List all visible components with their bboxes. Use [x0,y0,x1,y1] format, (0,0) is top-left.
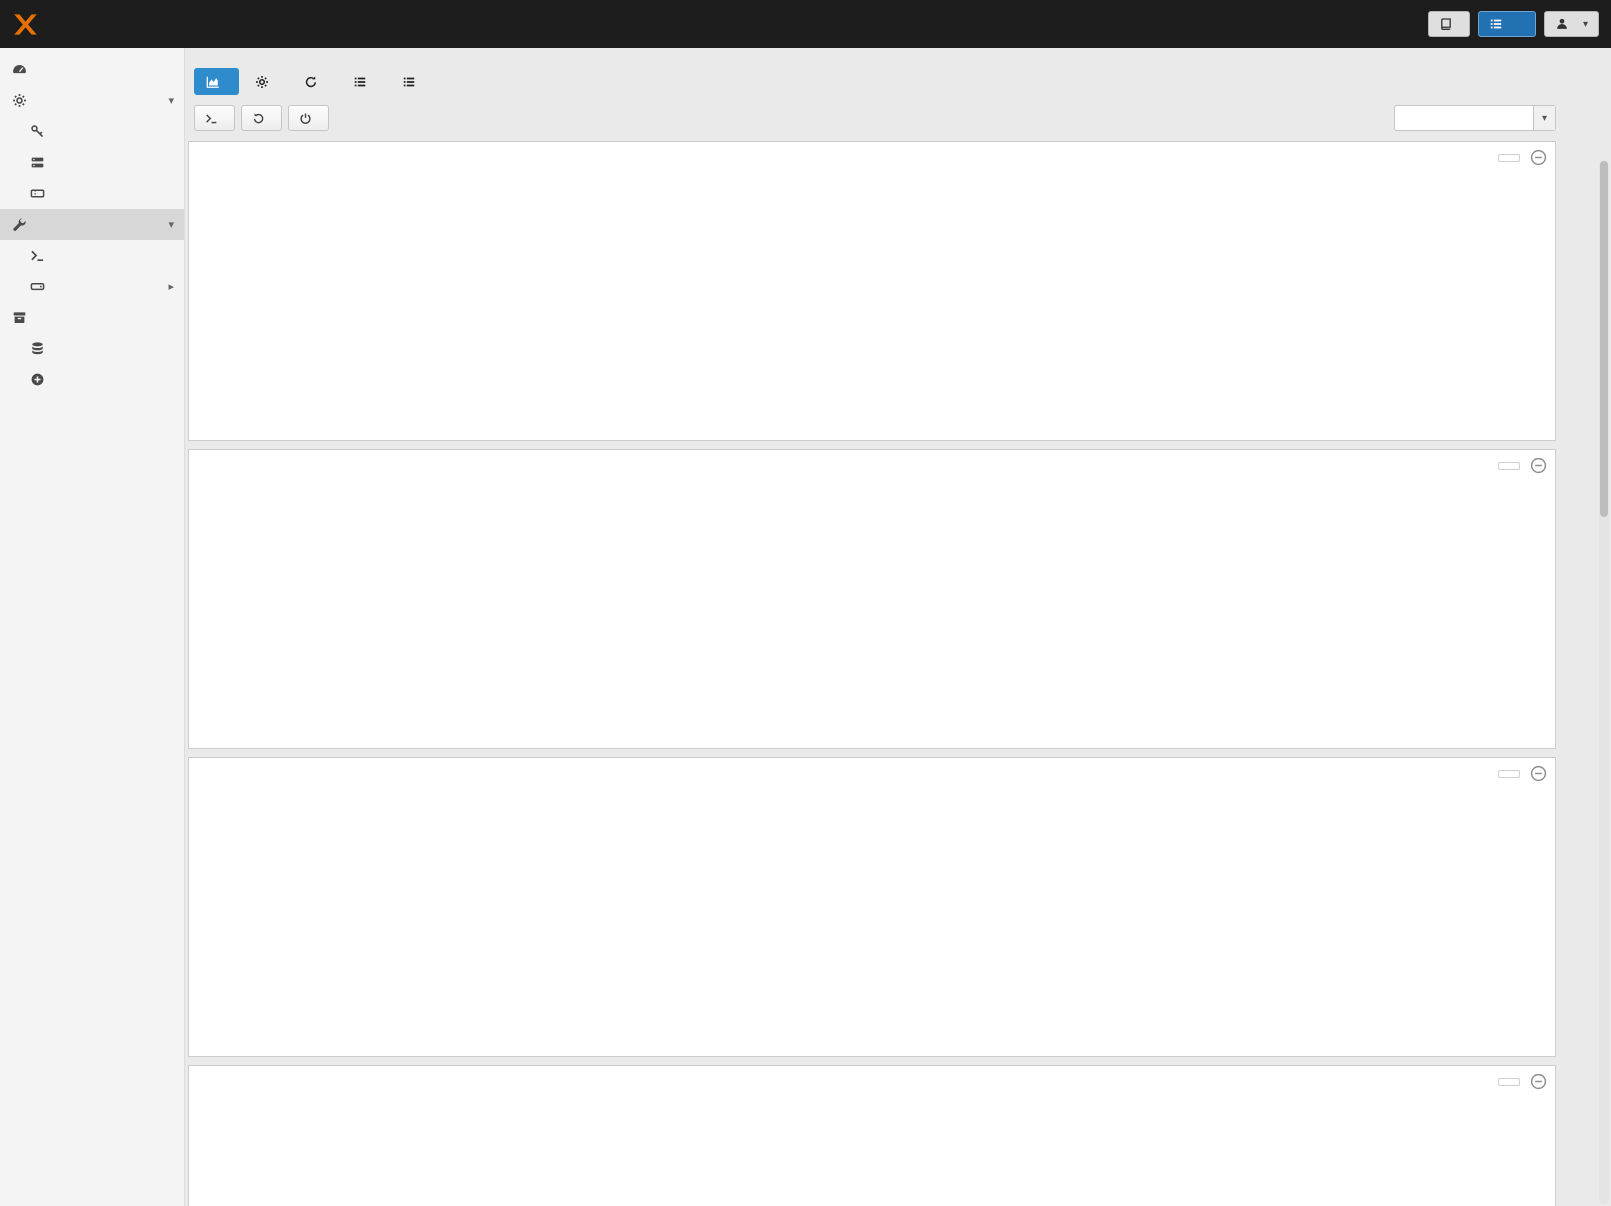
server-load-chart [189,481,1555,744]
chart-area-icon [206,75,220,89]
sidebar: ▾ ▾ ▸ [0,48,185,1206]
main-area: ▾ [185,48,1611,1206]
caret-down-icon[interactable]: ▾ [1533,106,1555,130]
caret-down-icon: ▾ [168,218,174,231]
sidebar-item-remotes[interactable] [0,147,184,178]
console-button[interactable] [194,105,235,131]
circle-minus-icon[interactable] [1530,1073,1547,1090]
sidebar-item-dashboard[interactable] [0,54,184,85]
sidebar-item-disks[interactable]: ▸ [0,271,184,302]
tab-services[interactable] [243,68,288,95]
timeframe-value [1395,106,1533,130]
terminal-icon [30,248,45,263]
reboot-button[interactable] [241,105,282,131]
user-icon [1555,17,1569,31]
chart-legend [1498,154,1520,162]
scrollbar-thumb[interactable] [1600,161,1608,517]
chart-legend [1498,770,1520,778]
chart-legend [1498,1078,1520,1086]
plus-circle-icon [30,372,45,387]
panel-header [189,1066,1555,1097]
caret-down-icon: ▾ [168,94,174,107]
app-header: ▾ [0,0,1611,48]
disk-icon [30,279,45,294]
circle-minus-icon[interactable] [1530,149,1547,166]
user-menu-button[interactable]: ▾ [1544,11,1599,37]
main-content: ▾ [185,48,1611,1206]
panel-header [189,450,1555,481]
database-icon [30,341,45,356]
circle-minus-icon[interactable] [1530,765,1547,782]
charts-region [188,141,1556,1206]
gears-icon [12,93,27,108]
gears-icon [255,75,269,89]
sidebar-item-configuration[interactable]: ▾ [0,85,184,116]
list-icon [353,75,367,89]
book-icon [1439,17,1453,31]
sidebar-item-administration[interactable]: ▾ [0,209,184,240]
tab-bar [194,68,1556,95]
tasks-list-icon [1489,17,1503,31]
panel-header [189,142,1555,173]
caret-right-icon: ▸ [168,280,174,293]
refresh-icon [304,75,318,89]
server-load-panel [188,449,1556,749]
documentation-button[interactable] [1428,11,1470,37]
archive-icon [12,310,27,325]
rotate-left-icon [252,112,265,125]
panel-header [189,758,1555,789]
swap-usage-panel [188,1065,1556,1206]
sidebar-item-subscription[interactable] [0,178,184,209]
tasks-button[interactable] [1478,11,1536,37]
sidebar-item-add-datastore[interactable] [0,364,184,395]
proxmox-x-icon [12,11,39,38]
server-icon [30,155,45,170]
toolbar: ▾ [194,105,1556,131]
ticket-icon [30,186,45,201]
app-body: ▾ ▾ ▸ [0,48,1611,1206]
tab-syslog[interactable] [341,68,386,95]
chart-legend [1498,462,1520,470]
caret-down-icon: ▾ [1583,19,1588,30]
key-icon [30,124,45,139]
shutdown-button[interactable] [288,105,329,131]
swap-usage-chart [189,1097,1555,1206]
tab-serverstatus[interactable] [194,68,239,95]
cpu-usage-chart [189,173,1555,436]
page-title [188,53,1556,57]
sidebar-item-access-control[interactable] [0,116,184,147]
power-icon [299,112,312,125]
memory-usage-chart [189,789,1555,1052]
vertical-scrollbar[interactable] [1599,160,1609,1204]
memory-usage-panel [188,757,1556,1057]
cpu-usage-panel [188,141,1556,441]
circle-minus-icon[interactable] [1530,457,1547,474]
sidebar-item-datastore[interactable] [0,302,184,333]
list-icon [402,75,416,89]
tab-tasks[interactable] [390,68,435,95]
tab-updates[interactable] [292,68,337,95]
tachometer-icon [12,62,27,77]
terminal-icon [205,112,218,125]
timeframe-select[interactable]: ▾ [1394,105,1556,131]
proxmox-logo [12,11,45,38]
sidebar-item-store1[interactable] [0,333,184,364]
sidebar-item-shell[interactable] [0,240,184,271]
wrench-icon [12,217,27,232]
